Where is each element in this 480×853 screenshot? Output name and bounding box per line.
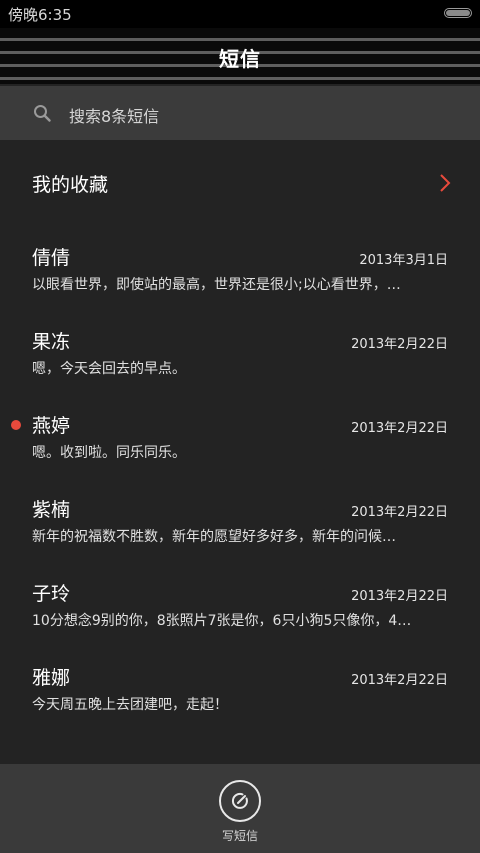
compose-icon (231, 792, 248, 809)
compose-button[interactable] (219, 780, 261, 822)
contact-name: 果冻 (32, 331, 71, 353)
search-bar[interactable]: 搜索8条短信 (0, 86, 480, 140)
message-date: 2013年2月22日 (351, 337, 448, 352)
message-date: 2013年2月22日 (351, 421, 448, 436)
message-item[interactable]: 燕婷 2013年2月22日 嗯。收到啦。同乐同乐。 (0, 411, 480, 495)
compose-label: 写短信 (221, 829, 258, 843)
contact-name: 倩倩 (32, 247, 71, 269)
chevron-right-icon (440, 174, 451, 192)
message-date: 2013年2月22日 (351, 673, 448, 688)
message-preview: 嗯，今天会回去的早点。 (32, 361, 186, 377)
message-item[interactable]: 雅娜 2013年2月22日 今天周五晚上去团建吧，走起！ (0, 663, 480, 747)
contact-name: 燕婷 (32, 415, 71, 437)
message-date: 2013年2月22日 (351, 589, 448, 604)
bottom-bar: 写短信 (0, 764, 480, 853)
status-bar: 傍晚6:35 (0, 0, 480, 28)
contact-name: 子玲 (32, 583, 71, 605)
status-time: 傍晚6:35 (8, 6, 72, 24)
message-date: 2013年2月22日 (351, 505, 448, 520)
contact-name: 雅娜 (32, 667, 71, 689)
message-preview: 嗯。收到啦。同乐同乐。 (32, 445, 186, 461)
search-icon (34, 105, 51, 122)
message-preview: 以眼看世界，即使站的最高，世界还是很小;以心看世界，… (32, 277, 401, 293)
favorites-label: 我的收藏 (32, 174, 109, 196)
message-item[interactable]: 果冻 2013年2月22日 嗯，今天会回去的早点。 (0, 327, 480, 411)
favorites-row[interactable]: 我的收藏 (0, 152, 480, 214)
search-input[interactable]: 搜索8条短信 (69, 103, 159, 127)
message-item[interactable]: 紫楠 2013年2月22日 新年的祝福数不胜数，新年的愿望好多好多，新年的问候… (0, 495, 480, 579)
message-item[interactable]: 子玲 2013年2月22日 10分想念9别的你，8张照片7张是你，6只小狗5只像… (0, 579, 480, 663)
title-bar: 短信 (0, 28, 480, 84)
message-date: 2013年3月1日 (359, 253, 448, 268)
message-preview: 10分想念9别的你，8张照片7张是你，6只小狗5只像你，4… (32, 613, 412, 629)
message-preview: 新年的祝福数不胜数，新年的愿望好多好多，新年的问候… (32, 529, 396, 545)
battery-icon (444, 8, 472, 18)
contact-name: 紫楠 (32, 499, 71, 521)
message-preview: 今天周五晚上去团建吧，走起！ (32, 697, 228, 713)
page-title: 短信 (219, 47, 261, 71)
unread-dot-icon (11, 420, 21, 430)
message-item[interactable]: 倩倩 2013年3月1日 以眼看世界，即使站的最高，世界还是很小;以心看世界，… (0, 243, 480, 327)
